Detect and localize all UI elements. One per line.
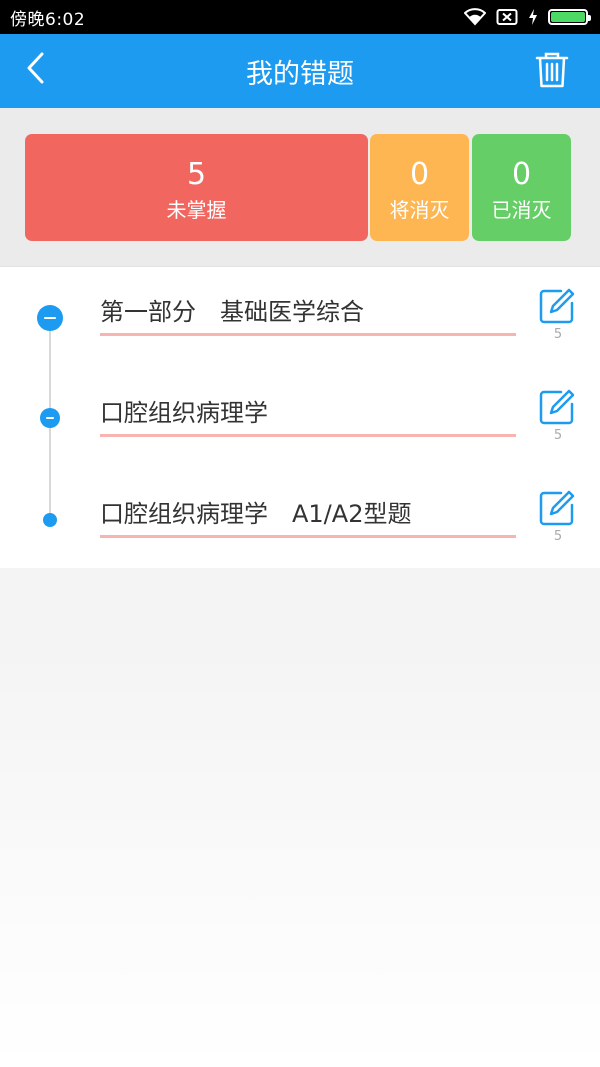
page-title: 我的错题 (246, 58, 354, 90)
eliminated-label: 已消灭 (491, 198, 552, 222)
unmastered-card[interactable]: 5 未掌握 (25, 134, 368, 241)
back-button[interactable] (14, 48, 58, 92)
tree-item: 口腔组织病理学 A1/A2型题 5 (0, 469, 600, 569)
tree-item: 口腔组织病理学 5 (0, 368, 600, 468)
battery-icon (548, 9, 591, 25)
chevron-left-icon (25, 51, 47, 89)
unmastered-label: 未掌握 (166, 198, 227, 222)
trash-icon (535, 52, 569, 92)
tree-item-label[interactable]: 第一部分 基础医学综合 (100, 292, 516, 336)
status-icons (464, 8, 591, 26)
tree-item-label[interactable]: 口腔组织病理学 (100, 393, 516, 437)
tree-item: 第一部分 基础医学综合 5 (0, 267, 600, 367)
summary-panel: 5 未掌握 0 将消灭 0 已消灭 (0, 108, 600, 266)
eliminated-count: 0 (511, 157, 532, 192)
status-time: 傍晚6:02 (10, 9, 86, 30)
wrong-count: 5 (553, 529, 563, 544)
status-bar: 傍晚6:02 (0, 0, 600, 34)
app-header: 我的错题 (0, 34, 600, 108)
sim-icon (496, 8, 518, 26)
edit-icon[interactable] (538, 388, 576, 426)
eliminating-card[interactable]: 0 将消灭 (370, 134, 469, 241)
eliminating-count: 0 (409, 157, 430, 192)
eliminating-label: 将消灭 (389, 198, 450, 222)
battery-level (551, 12, 585, 22)
collapse-icon[interactable] (40, 408, 60, 428)
wifi-icon (464, 8, 486, 26)
chapter-tree: 第一部分 基础医学综合 5 口腔组织病理学 5 口腔组织病理学 A1/A2型题 (0, 266, 600, 568)
collapse-icon[interactable] (37, 305, 63, 331)
edit-icon[interactable] (538, 287, 576, 325)
wrong-count: 5 (553, 428, 563, 443)
unmastered-count: 5 (186, 157, 207, 192)
charging-icon (528, 8, 538, 26)
leaf-dot-icon (43, 513, 57, 527)
wrong-count: 5 (553, 327, 563, 342)
edit-icon[interactable] (538, 489, 576, 527)
delete-button[interactable] (530, 50, 574, 94)
eliminated-card[interactable]: 0 已消灭 (472, 134, 571, 241)
tree-item-label[interactable]: 口腔组织病理学 A1/A2型题 (100, 494, 516, 538)
